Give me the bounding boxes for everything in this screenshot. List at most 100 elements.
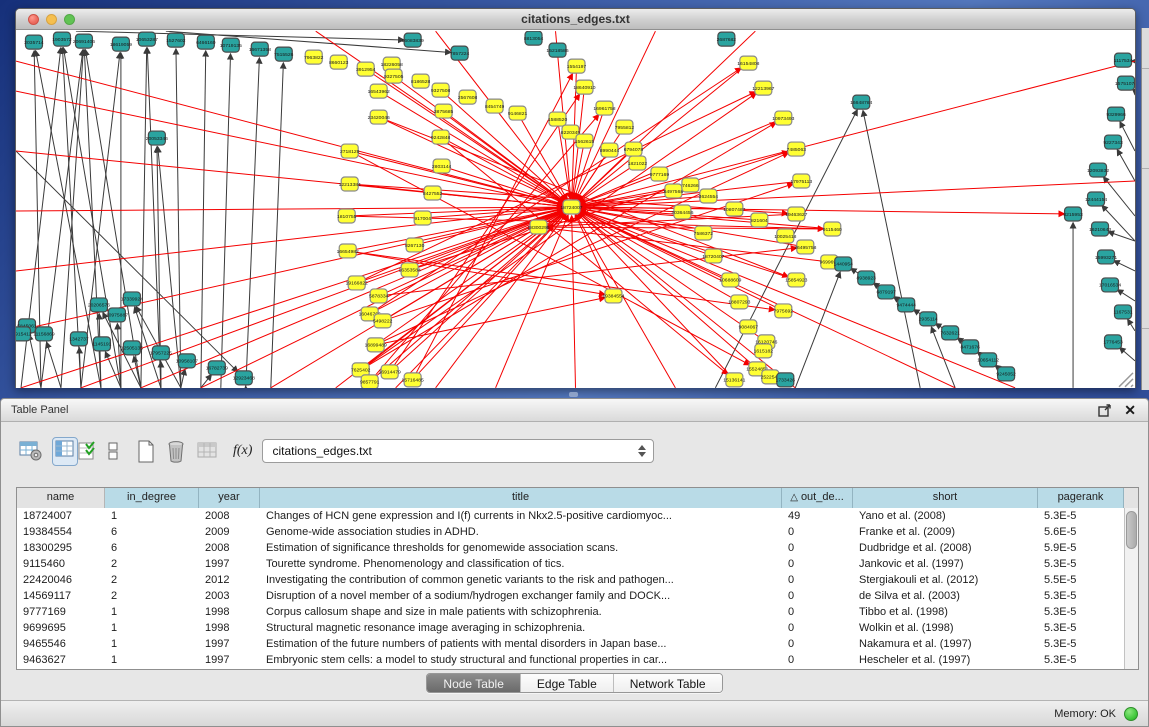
graph-node[interactable]: 23420046 (368, 110, 390, 124)
graph-node[interactable]: 16154808 (737, 56, 759, 70)
graph-node[interactable]: 2687682 (717, 32, 737, 46)
table-row[interactable]: 946554611997Estimation of the future num… (17, 636, 1138, 652)
graph-node[interactable]: 12923468 (233, 371, 255, 385)
graph-node[interactable]: 2803144 (432, 159, 452, 173)
graph-node[interactable]: 9115460 (823, 222, 842, 236)
graph-node[interactable]: 18720407 (702, 249, 724, 263)
graph-node[interactable]: 10654112 (977, 353, 999, 367)
graph-node[interactable]: 12444154 (1085, 192, 1107, 206)
table-row[interactable]: 1872400712008Changes of HCN gene express… (17, 508, 1138, 524)
tab-network-table[interactable]: Network Table (614, 674, 722, 693)
graph-node[interactable]: 20691406 (73, 34, 95, 48)
graph-node[interactable]: 8938923 (857, 271, 877, 285)
graph-node[interactable]: 11156869 (33, 327, 55, 341)
graph-node[interactable]: 3875685 (434, 104, 454, 118)
network-canvas[interactable]: 2035714190357220691406186190591065328715… (16, 31, 1135, 388)
tab-edge-table[interactable]: Edge Table (521, 674, 614, 693)
graph-node[interactable]: 1733426 (776, 373, 796, 387)
graph-node[interactable]: 1167531 (1113, 305, 1132, 319)
table-source-select[interactable]: citations_edges.txt (262, 439, 654, 463)
graph-node[interactable]: 2035714 (24, 35, 44, 49)
tab-node-table[interactable]: Node Table (427, 674, 521, 693)
row-selection-icon[interactable] (78, 441, 98, 462)
graph-node[interactable]: 8454749 (485, 99, 505, 113)
table-settings-icon[interactable] (19, 440, 43, 462)
table-row[interactable]: 977716911998Corpus callosum shape and si… (17, 604, 1138, 620)
graph-node[interactable]: 16961758 (593, 101, 615, 115)
table-row[interactable]: 946362711997Embryonic stem cells: a mode… (17, 652, 1138, 668)
graph-node[interactable]: 1821022 (628, 156, 648, 170)
graph-node[interactable]: 15751074 (1115, 76, 1135, 90)
graph-node[interactable]: 3624554 (699, 189, 719, 203)
graph-node[interactable]: 16899489 (365, 338, 387, 352)
resize-grip[interactable] (1119, 373, 1133, 387)
graph-node[interactable]: 10025418 (774, 229, 796, 243)
graph-node[interactable]: 12213967 (752, 81, 774, 95)
float-panel-icon[interactable] (1098, 404, 1112, 417)
graph-node[interactable]: 9084067 (739, 320, 759, 334)
graph-node[interactable]: 19384554 (602, 289, 624, 303)
graph-node[interactable]: 7955812 (615, 120, 635, 134)
graph-node[interactable]: 1903572 (52, 32, 72, 46)
graph-node[interactable]: 3912954 (356, 62, 376, 76)
graph-node[interactable]: 2718129 (340, 144, 360, 158)
graph-node[interactable]: 7975692 (774, 304, 794, 318)
graph-node[interactable]: 1615182 (754, 344, 774, 358)
graph-node[interactable]: 20053346 (146, 131, 168, 145)
graph-node[interactable]: 12213384 (339, 177, 361, 191)
close-panel-icon[interactable]: ✕ (1124, 401, 1136, 420)
graph-node[interactable]: 1562615 (575, 134, 595, 148)
graph-node[interactable]: 1554197 (567, 59, 587, 73)
graph-node[interactable]: 9327505 (384, 69, 404, 83)
graph-node[interactable]: 20364456 (671, 205, 693, 219)
graph-node[interactable]: 8427552 (423, 186, 443, 200)
graph-node[interactable]: 6497568 (664, 184, 684, 198)
graph-node[interactable]: 15854923 (785, 273, 807, 287)
graph-node[interactable]: 1776453 (1103, 335, 1123, 349)
graph-node[interactable]: 7485063 (787, 142, 807, 156)
graph-node[interactable]: 1117534 (1114, 53, 1133, 67)
graph-node[interactable]: 1527602 (166, 33, 186, 47)
window-titlebar[interactable]: citations_edges.txt (16, 9, 1135, 30)
graph-node[interactable]: 8990444 (600, 143, 620, 157)
show-column-toggle[interactable] (52, 437, 78, 466)
graph-node[interactable]: 15993271 (1095, 250, 1117, 264)
graph-node[interactable]: 5878334 (369, 289, 389, 303)
graph-node[interactable]: 9242848 (431, 130, 451, 144)
column-header-year[interactable]: year (199, 488, 260, 508)
graph-node[interactable]: 15136141 (723, 373, 745, 387)
graph-node[interactable]: 746266 (682, 178, 699, 192)
graph-node[interactable]: 10688609 (719, 273, 741, 287)
graph-node[interactable]: 10975887 (106, 308, 128, 322)
graph-node[interactable]: 19166822 (346, 276, 368, 290)
column-header-name[interactable]: name (17, 488, 105, 508)
column-header-out_de[interactable]: △out_de... (782, 488, 853, 508)
graph-node[interactable]: 1145191 (92, 337, 111, 351)
column-header-pagerank[interactable]: pagerank (1038, 488, 1124, 508)
graph-node[interactable]: 16782739 (206, 361, 228, 375)
graph-node[interactable]: 6794078 (624, 142, 644, 156)
table-mode-icon[interactable] (107, 441, 119, 462)
graph-node[interactable]: 10973493 (772, 111, 794, 125)
table-row[interactable]: 1830029562008Estimation of significance … (17, 540, 1138, 556)
graph-node[interactable]: 8660123 (329, 55, 349, 69)
scrollbar-thumb[interactable] (1126, 511, 1137, 549)
graph-node[interactable]: 10807487 (723, 202, 745, 216)
graph-node[interactable]: 16210643 (1089, 222, 1111, 236)
graph-node[interactable]: 9777169 (650, 167, 670, 181)
table-row[interactable]: 911546021997Tourette syndrome. Phenomeno… (17, 556, 1138, 572)
graph-node[interactable]: 17975113 (790, 174, 812, 188)
graph-node[interactable]: 10653287 (136, 32, 158, 46)
graph-node[interactable]: 8471676 (960, 340, 980, 354)
graph-node[interactable]: 16914479 (379, 365, 401, 379)
graph-node[interactable]: 8267130 (405, 238, 425, 252)
graph-node[interactable]: 1440954 (834, 257, 854, 271)
graph-node[interactable]: 917004 (414, 211, 431, 225)
splitter-handle[interactable] (569, 392, 578, 397)
graph-node[interactable]: 6466160 (196, 35, 216, 49)
graph-node[interactable]: 16353584 (399, 263, 421, 277)
graph-node[interactable]: 9146821 (508, 106, 528, 120)
graph-node[interactable]: 12093832 (1087, 163, 1109, 177)
graph-node[interactable]: 8813054 (524, 31, 544, 45)
graph-node[interactable]: 19463627 (785, 207, 807, 221)
